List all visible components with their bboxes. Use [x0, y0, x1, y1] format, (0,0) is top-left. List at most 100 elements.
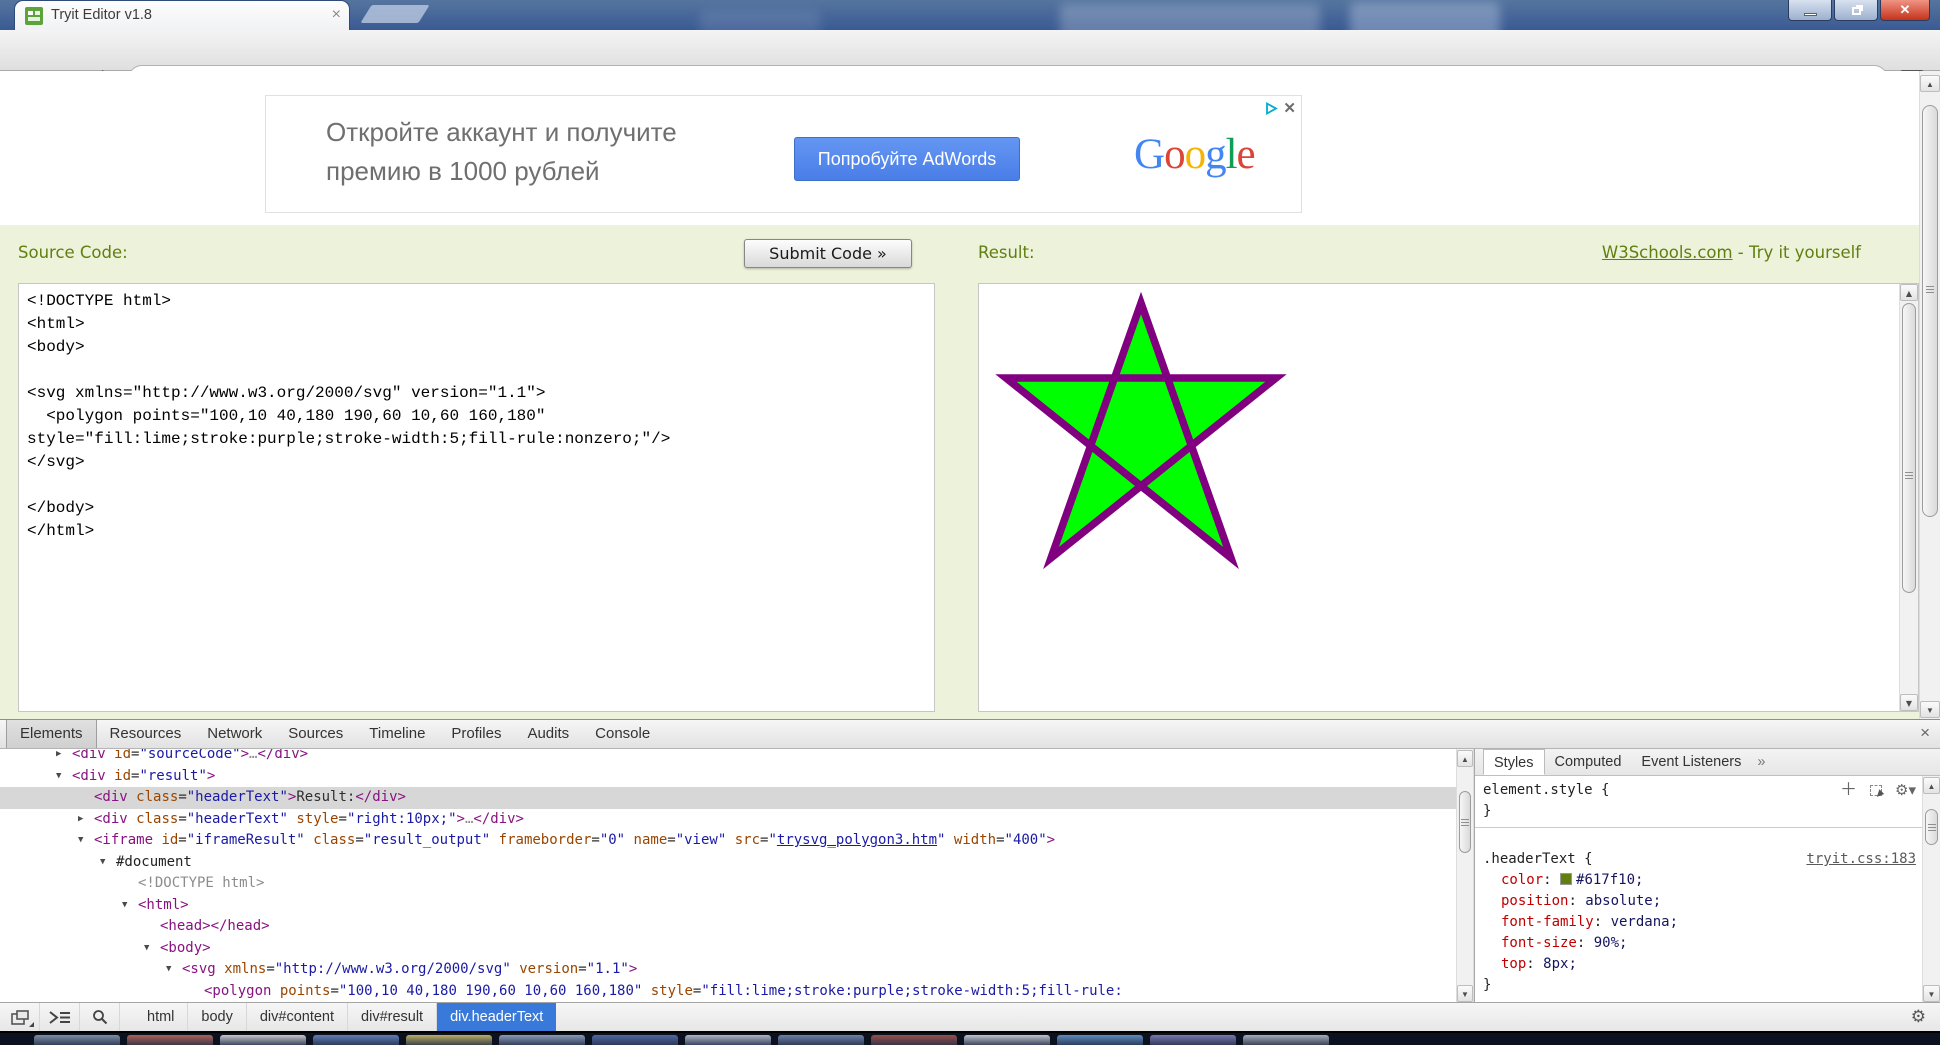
collapse-arrow-icon[interactable]: ▼ [122, 895, 127, 917]
devtools-tab-sources[interactable]: Sources [275, 720, 356, 748]
result-frame: ▲ ▼ [978, 283, 1919, 712]
styles-tab-event-listeners[interactable]: Event Listeners [1631, 749, 1751, 775]
devtools-tab-audits[interactable]: Audits [514, 720, 582, 748]
dom-tree-row[interactable]: <div class="headerText">Result:</div> [0, 787, 1456, 809]
collapse-arrow-icon[interactable]: ▼ [144, 938, 149, 960]
taskbar-app-icon[interactable] [499, 1035, 585, 1045]
source-code-text: <!DOCTYPE html> <html> <body> <svg xmlns… [27, 292, 671, 540]
breadcrumb-div-headerText[interactable]: div.headerText [437, 1003, 557, 1031]
dom-tree-scrollbar[interactable]: ▲ ▼ [1456, 749, 1474, 1003]
toggle-element-state-icon[interactable] [1870, 785, 1883, 796]
styles-pane-content: ＋ ⚙▾ element.style { } tryit.css:183 .he… [1475, 776, 1922, 1003]
dom-tree-row[interactable]: <polygon points="100,10 40,180 190,60 10… [0, 981, 1456, 1003]
styles-tab-styles[interactable]: Styles [1483, 749, 1545, 775]
dom-tree-row[interactable]: ▼ <svg xmlns="http://www.w3.org/2000/svg"… [0, 959, 1456, 981]
tab-close-icon[interactable]: × [332, 1, 341, 29]
breadcrumb-body[interactable]: body [188, 1003, 247, 1031]
color-swatch[interactable] [1560, 873, 1573, 885]
styles-tab-computed[interactable]: Computed [1545, 749, 1632, 775]
taskbar-app-icon[interactable] [964, 1035, 1050, 1045]
devtools-tab-console[interactable]: Console [582, 720, 663, 748]
breadcrumb-div-result[interactable]: div#result [348, 1003, 438, 1031]
collapse-arrow-icon[interactable]: ▼ [56, 766, 61, 788]
star-polygon-graphic [995, 291, 1287, 570]
adchoices-icon[interactable] [1265, 101, 1279, 115]
taskbar-app-icon[interactable] [592, 1035, 678, 1045]
tab-title: Tryit Editor v1.8 [51, 7, 152, 23]
minimize-button[interactable] [1788, 0, 1832, 21]
devtools-close-icon[interactable]: × [1920, 723, 1930, 743]
taskbar-app-icon[interactable] [1243, 1035, 1329, 1045]
styles-gear-icon[interactable]: ⚙▾ [1895, 780, 1916, 801]
css-property[interactable]: font-family: verdana; [1475, 912, 1922, 933]
devtools-tab-timeline[interactable]: Timeline [356, 720, 438, 748]
result-scrollbar[interactable]: ▲ ▼ [1899, 284, 1918, 711]
collapse-arrow-icon[interactable]: ▼ [166, 959, 171, 981]
restore-button[interactable] [1834, 0, 1878, 21]
collapse-arrow-icon[interactable]: ▼ [78, 830, 83, 852]
ad-banner[interactable]: Откройте аккаунт и получите премию в 100… [265, 95, 1302, 213]
headertext-rule[interactable]: tryit.css:183 .headerText { [1475, 849, 1922, 870]
search-button[interactable] [80, 1003, 120, 1031]
ad-close-icon[interactable]: ✕ [1283, 99, 1296, 117]
google-logo-letter: g [1205, 131, 1226, 178]
breadcrumb-div-content[interactable]: div#content [247, 1003, 349, 1031]
new-style-rule-icon[interactable]: ＋ [1840, 780, 1857, 801]
search-icon [92, 1010, 107, 1025]
dom-tree-row[interactable]: ▼ <html> [0, 895, 1456, 917]
expand-arrow-icon[interactable]: ▶ [56, 749, 61, 766]
expand-arrow-icon[interactable]: ▶ [78, 809, 83, 831]
taskbar-app-icon[interactable] [313, 1035, 399, 1045]
dom-tree-row[interactable]: ▶ <div id="sourceCode">…</div> [0, 749, 1456, 766]
css-property[interactable]: position: absolute; [1475, 891, 1922, 912]
taskbar-app-icon[interactable] [1057, 1035, 1143, 1045]
css-property[interactable]: color: #617f10; [1475, 870, 1922, 891]
taskbar-app-icon[interactable] [685, 1035, 771, 1045]
taskbar-app-icon[interactable] [406, 1035, 492, 1045]
stylesheet-link[interactable]: tryit.css:183 [1806, 849, 1916, 870]
devtools-tab-resources[interactable]: Resources [97, 720, 195, 748]
css-property-list: color: #617f10; position: absolute; font-f… [1475, 870, 1922, 975]
collapse-arrow-icon[interactable]: ▼ [100, 852, 105, 874]
dom-tree-row[interactable]: <head></head> [0, 916, 1456, 938]
submit-code-button[interactable]: Submit Code » [744, 239, 912, 268]
css-property[interactable]: font-size: 90%; [1475, 933, 1922, 954]
browser-toolbar: www.w3schools.com/svg/tryit.asp?filename… [0, 30, 1940, 96]
window-close-button[interactable]: ✕ [1880, 0, 1930, 21]
devtools-tab-elements[interactable]: Elements [6, 720, 97, 748]
new-tab-button[interactable] [360, 5, 430, 23]
source-code-label: Source Code: [18, 243, 128, 262]
styles-tabs-overflow-icon[interactable]: » [1751, 749, 1771, 775]
styles-sidebar-tabs: Styles Computed Event Listeners» [1475, 749, 1940, 776]
dom-tree-row[interactable]: ▼ #document [0, 852, 1456, 874]
taskbar-app-icon[interactable] [1150, 1035, 1236, 1045]
taskbar-app-icon[interactable] [778, 1035, 864, 1045]
devtools-tab-network[interactable]: Network [194, 720, 275, 748]
taskbar-app-icon[interactable] [871, 1035, 957, 1045]
console-icon [48, 1010, 70, 1024]
taskbar-app-icon[interactable] [220, 1035, 306, 1045]
adwords-button[interactable]: Попробуйте AdWords [794, 137, 1020, 181]
dom-tree-row[interactable]: <!DOCTYPE html> [0, 873, 1456, 895]
source-code-textarea[interactable]: <!DOCTYPE html> <html> <body> <svg xmlns… [18, 283, 935, 712]
w3schools-link[interactable]: W3Schools.com [1602, 243, 1733, 262]
dom-tree-row[interactable]: ▼ <iframe id="iframeResult" class="result… [0, 830, 1456, 852]
dock-side-button[interactable] [0, 1003, 40, 1031]
dom-tree-row[interactable]: ▼ <div id="result"> [0, 766, 1456, 788]
console-drawer-button[interactable] [40, 1003, 80, 1031]
taskbar-app-icon[interactable] [34, 1035, 120, 1045]
devtools-settings-gear-icon[interactable]: ⚙ [1911, 1003, 1926, 1031]
breadcrumb-html[interactable]: html [134, 1003, 189, 1031]
desktop-glass-blob [1060, 4, 1320, 30]
dom-tree-row[interactable]: ▶ <div class="headerText" style="right:10… [0, 809, 1456, 831]
devtools-tab-profiles[interactable]: Profiles [438, 720, 514, 748]
css-property[interactable]: top: 8px; [1475, 954, 1922, 975]
page-scrollbar[interactable]: ▲ ▼ [1919, 71, 1940, 719]
google-logo-letter: G [1134, 131, 1165, 178]
styles-scrollbar[interactable]: ▲ ▼ [1922, 776, 1940, 1003]
dom-tree-row[interactable]: ▼ <body> [0, 938, 1456, 960]
taskbar-app-icon[interactable] [127, 1035, 213, 1045]
google-logo-letter: o [1184, 131, 1206, 178]
browser-tab[interactable]: Tryit Editor v1.8 × [14, 0, 350, 30]
element-style-rule[interactable]: ＋ ⚙▾ element.style { [1475, 780, 1922, 801]
